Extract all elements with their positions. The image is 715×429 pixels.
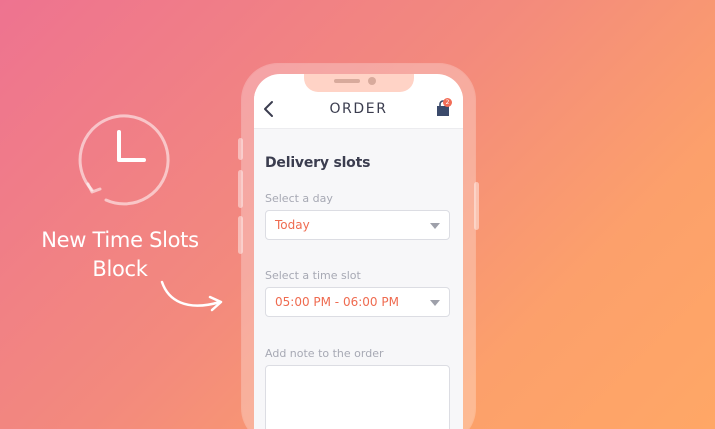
phone-power-button: [474, 182, 479, 230]
phone-volume-up-button: [238, 170, 243, 208]
app-header: ORDER 2: [254, 92, 463, 129]
front-camera: [367, 77, 376, 85]
order-note-textarea[interactable]: [265, 365, 450, 429]
dropdown-caret-icon: [430, 300, 440, 306]
day-select-value: Today: [275, 218, 310, 232]
day-field-label: Select a day: [265, 192, 333, 205]
dropdown-caret-icon: [430, 223, 440, 229]
phone-notch: [303, 74, 414, 92]
cart-count-badge: 2: [443, 98, 452, 107]
section-title: Delivery slots: [265, 155, 371, 171]
speaker-grille: [333, 79, 360, 83]
clock-icon: [78, 114, 170, 206]
curved-arrow-icon: [160, 280, 223, 312]
phone-mockup: ORDER 2 Delivery slots Select a day Toda…: [238, 64, 479, 429]
time-slot-select[interactable]: 05:00 PM - 06:00 PM: [265, 287, 450, 317]
day-select[interactable]: Today: [265, 210, 450, 240]
phone-volume-down-button: [238, 216, 243, 254]
order-note-label: Add note to the order: [265, 347, 384, 360]
phone-mute-button: [238, 138, 243, 160]
time-slot-field-label: Select a time slot: [265, 269, 361, 282]
delivery-slots-panel: Delivery slots Select a day Today Select…: [254, 129, 463, 429]
time-slot-select-value: 05:00 PM - 06:00 PM: [275, 295, 399, 309]
promo-headline-line1: New Time Slots: [41, 228, 199, 252]
phone-screen: ORDER 2 Delivery slots Select a day Toda…: [254, 74, 463, 429]
promo-headline: New Time Slots Block: [20, 226, 220, 284]
page-title: ORDER: [329, 101, 388, 117]
